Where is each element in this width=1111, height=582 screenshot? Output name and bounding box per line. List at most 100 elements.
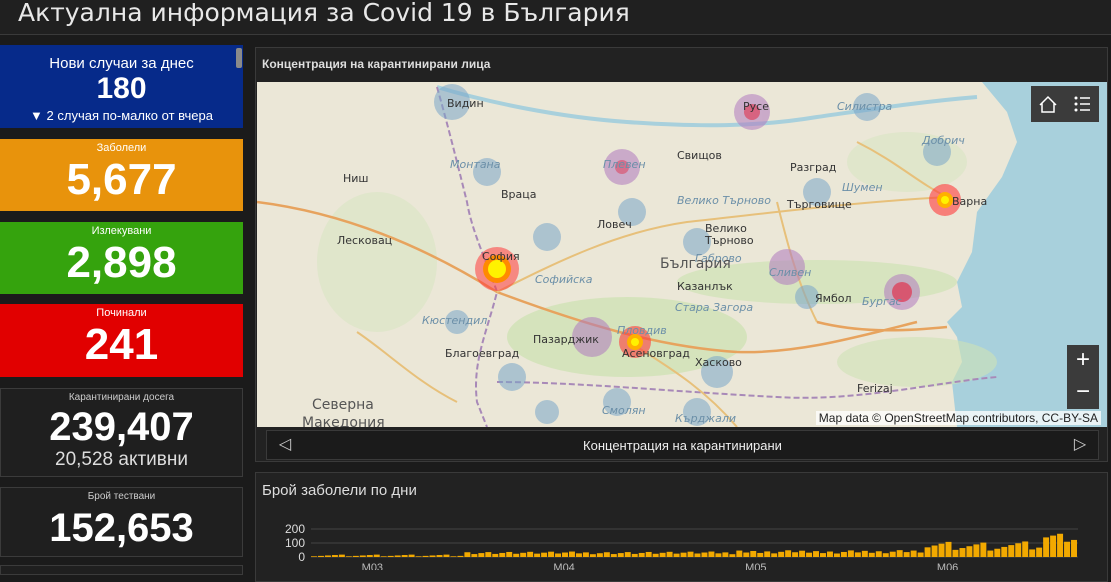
bar[interactable] [568,551,575,557]
bar[interactable] [757,552,764,557]
bar[interactable] [924,547,931,557]
bar[interactable] [938,543,945,557]
bar[interactable] [743,552,750,557]
bar[interactable] [1050,535,1057,557]
bar[interactable] [729,554,736,557]
bar[interactable] [715,553,722,557]
bar[interactable] [415,556,422,557]
bar[interactable] [868,552,875,557]
bar[interactable] [736,550,743,557]
zoom-in-button[interactable]: + [1067,345,1099,377]
bar[interactable] [624,552,631,557]
bar[interactable] [840,551,847,557]
bar[interactable] [994,548,1001,557]
bar[interactable] [854,552,861,557]
bar[interactable] [562,552,568,557]
bar[interactable] [771,553,778,557]
bar[interactable] [1022,541,1029,557]
bar[interactable] [764,551,771,557]
bar[interactable] [596,553,603,557]
bar[interactable] [673,553,680,557]
bar[interactable] [882,553,889,557]
bar[interactable] [617,553,624,557]
home-button[interactable] [1031,86,1065,122]
bar[interactable] [1043,537,1050,557]
bar[interactable] [534,553,541,557]
legend-button[interactable] [1065,86,1099,122]
bar[interactable] [722,552,729,557]
bar[interactable] [408,554,415,557]
bar[interactable] [1015,543,1022,557]
bar[interactable] [1057,533,1064,557]
bar[interactable] [631,553,638,557]
bar[interactable] [833,553,840,558]
bar[interactable] [492,553,499,557]
bar[interactable] [485,552,492,557]
bar[interactable] [380,556,387,557]
bar[interactable] [1008,545,1015,557]
bar[interactable] [708,551,715,557]
bar[interactable] [1064,541,1071,557]
bar[interactable] [582,552,589,557]
bar[interactable] [652,553,659,557]
bar[interactable] [889,551,896,557]
bar[interactable] [478,553,485,557]
bar[interactable] [687,551,694,557]
bar[interactable] [520,552,527,557]
bar[interactable] [952,549,959,557]
bar[interactable] [917,552,924,557]
zoom-out-button[interactable]: − [1067,377,1099,409]
bar[interactable] [861,550,868,557]
carousel-next-button[interactable]: ▷ [1070,435,1090,455]
bar[interactable] [931,545,938,557]
bar[interactable] [527,551,534,557]
bar[interactable] [464,552,471,557]
bar[interactable] [331,555,338,557]
bar[interactable] [366,555,373,557]
bar[interactable] [352,555,359,557]
bar[interactable] [548,551,555,557]
map-view[interactable]: Видин Русе Силистра Добрич Плевен Свищов… [257,82,1107,427]
bar[interactable] [666,551,673,557]
bar[interactable] [457,555,464,557]
bar[interactable] [373,554,380,557]
bar[interactable] [359,555,366,557]
map-attribution[interactable]: Map data © OpenStreetMap contributors, C… [815,411,1101,425]
bar[interactable] [345,556,352,557]
bar[interactable] [541,552,548,557]
bar[interactable] [638,552,645,557]
daily-cases-chart[interactable]: 2001000 M03 M04 M05 M06 [256,473,1107,570]
bar[interactable] [813,551,820,557]
bar[interactable] [903,552,910,557]
bar[interactable] [966,546,973,557]
bar[interactable] [506,551,513,557]
bar[interactable] [987,550,994,557]
bar[interactable] [785,550,792,557]
bar[interactable] [513,553,520,557]
bar[interactable] [799,550,806,557]
bar[interactable] [450,556,457,557]
bar[interactable] [324,555,331,557]
bar[interactable] [589,554,596,557]
bar[interactable] [973,544,980,557]
bar[interactable] [659,552,666,557]
bar[interactable] [694,553,701,558]
bar[interactable] [1029,549,1036,557]
bar[interactable] [311,556,317,557]
bar[interactable] [1036,547,1043,557]
bar[interactable] [806,552,813,557]
bar[interactable] [778,551,785,557]
bar[interactable] [826,551,833,557]
bar[interactable] [847,550,854,557]
bar[interactable] [610,554,617,557]
bar[interactable] [1001,546,1008,557]
bar[interactable] [792,552,799,557]
bar[interactable] [820,553,826,557]
bar[interactable] [471,554,478,557]
bar[interactable] [1071,539,1077,557]
bar[interactable] [499,552,506,557]
bar[interactable] [575,553,582,557]
bar[interactable] [875,551,882,557]
scrollbar-thumb[interactable] [236,48,242,68]
bar[interactable] [701,552,708,557]
